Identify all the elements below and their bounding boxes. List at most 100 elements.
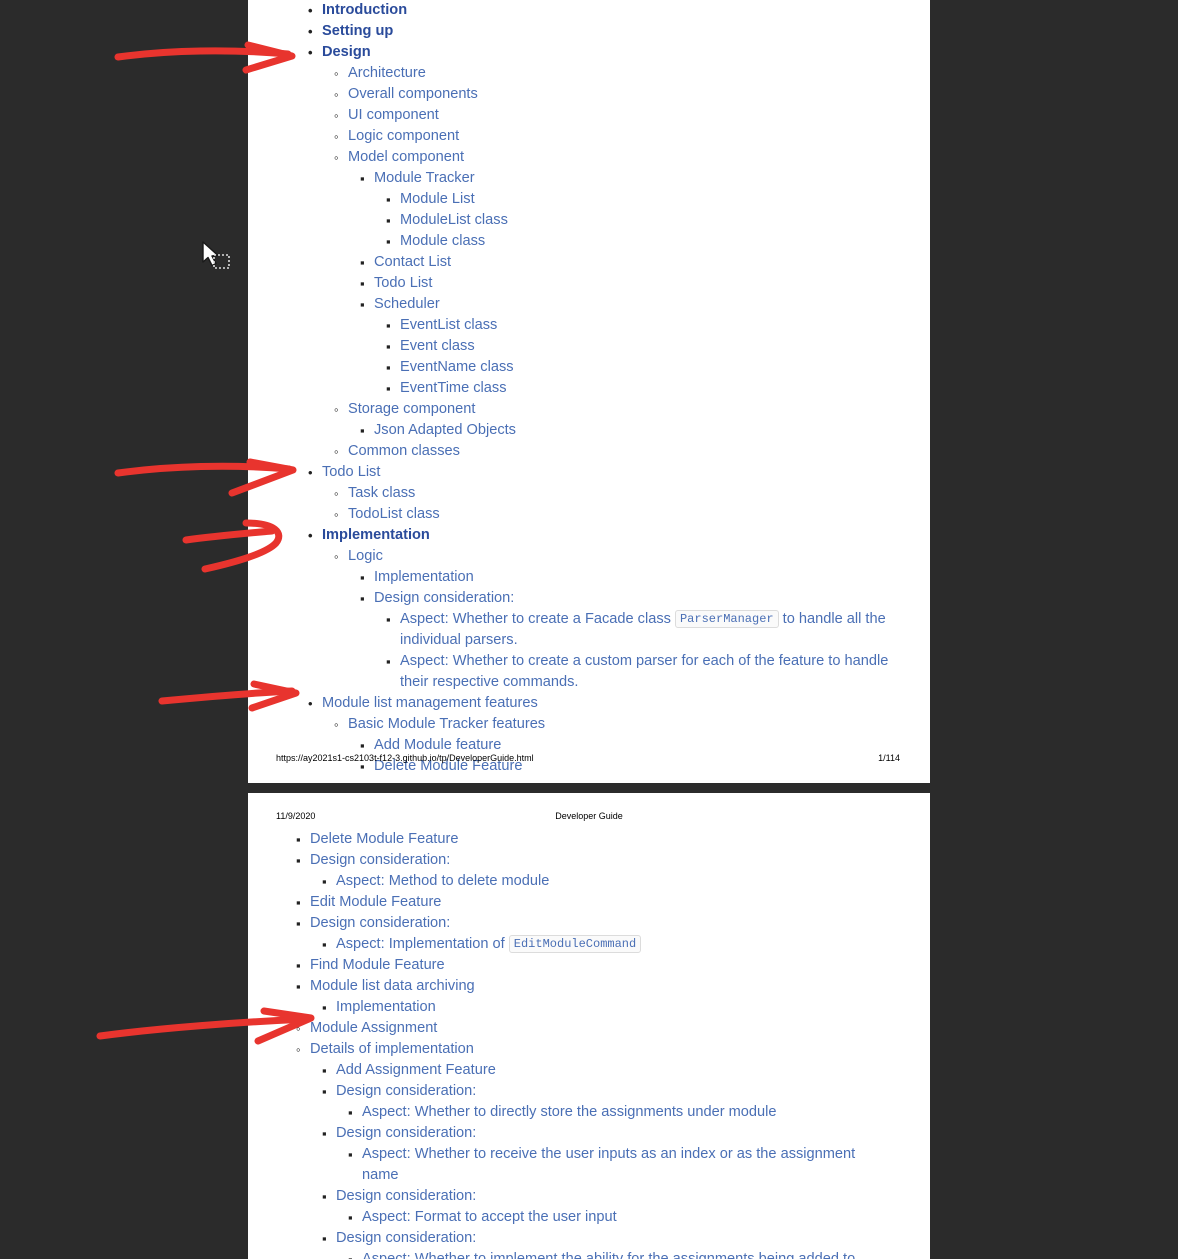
toc-item-label[interactable]: Implementation — [308, 525, 894, 546]
toc-item[interactable]: LogicImplementationDesign consideration:… — [322, 546, 894, 693]
toc-item[interactable]: Logic component — [322, 126, 894, 147]
print-preview-viewport[interactable]: 11/9/2020 Developer Guide IntroductionSe… — [0, 0, 1178, 1259]
toc-item[interactable]: TodoList class — [322, 504, 894, 525]
toc-item[interactable]: Json Adapted Objects — [348, 420, 894, 441]
toc-item-label[interactable]: Architecture — [334, 63, 894, 84]
toc-item[interactable]: Design consideration:Aspect: Whether to … — [310, 1228, 894, 1259]
toc-item-label[interactable]: Find Module Feature — [296, 955, 894, 976]
toc-item-label[interactable]: ModuleList class — [386, 210, 894, 231]
toc-item-label[interactable]: Edit Module Feature — [296, 892, 894, 913]
toc-item-label[interactable]: Delete Module Feature — [296, 829, 894, 850]
toc-item[interactable]: Aspect: Method to delete module — [310, 871, 894, 892]
toc-item[interactable]: Contact List — [348, 252, 894, 273]
toc-item-label[interactable]: Design consideration: — [296, 850, 894, 871]
toc-item[interactable]: Module List — [374, 189, 894, 210]
toc-item[interactable]: Storage componentJson Adapted Objects — [322, 399, 894, 441]
toc-item-label[interactable]: Module class — [386, 231, 894, 252]
toc-item[interactable]: Add Assignment Feature — [310, 1060, 894, 1081]
toc-item-label[interactable]: EventName class — [386, 357, 894, 378]
toc-item-label[interactable]: Details of implementation — [296, 1039, 894, 1060]
toc-item-label[interactable]: Module Tracker — [360, 168, 894, 189]
toc-item-label[interactable]: Module list management features — [308, 693, 894, 714]
toc-item[interactable]: Design consideration:Aspect: Method to d… — [284, 850, 894, 892]
toc-item[interactable]: Module Assignment — [284, 1018, 894, 1039]
toc-item[interactable]: EventName class — [374, 357, 894, 378]
toc-item[interactable]: UI component — [322, 105, 894, 126]
toc-item[interactable]: SchedulerEventList classEvent classEvent… — [348, 294, 894, 399]
toc-item[interactable]: Aspect: Whether to receive the user inpu… — [336, 1144, 894, 1186]
toc-item-label[interactable]: Introduction — [308, 0, 894, 21]
toc-item-label[interactable]: Design consideration: — [360, 588, 894, 609]
toc-item[interactable]: Delete Module Feature — [284, 829, 894, 850]
toc-item-label[interactable]: Logic — [334, 546, 894, 567]
toc-item[interactable]: Aspect: Whether to create a custom parse… — [374, 651, 894, 693]
toc-item-label[interactable]: Basic Module Tracker features — [334, 714, 894, 735]
toc-item[interactable]: Event class — [374, 336, 894, 357]
toc-item-label[interactable]: Aspect: Whether to implement the ability… — [348, 1249, 894, 1259]
toc-item-label[interactable]: Aspect: Method to delete module — [322, 871, 894, 892]
toc-item-label[interactable]: Design — [308, 42, 894, 63]
toc-item[interactable]: Overall components — [322, 84, 894, 105]
toc-item[interactable]: ModuleList class — [374, 210, 894, 231]
toc-item[interactable]: Aspect: Whether to implement the ability… — [336, 1249, 894, 1259]
toc-item-label[interactable]: UI component — [334, 105, 894, 126]
toc-item[interactable]: Design consideration:Aspect: Whether to … — [310, 1123, 894, 1186]
toc-item[interactable]: Module TrackerModule ListModuleList clas… — [348, 168, 894, 252]
toc-item[interactable]: Introduction — [284, 0, 894, 21]
toc-item-label[interactable]: Module Assignment — [296, 1018, 894, 1039]
toc-item[interactable]: DesignArchitectureOverall componentsUI c… — [284, 42, 894, 462]
toc-item-label[interactable]: Task class — [334, 483, 894, 504]
toc-item[interactable]: Todo ListTask classTodoList class — [284, 462, 894, 525]
toc-item[interactable]: Aspect: Implementation of EditModuleComm… — [310, 934, 894, 955]
toc-item-label[interactable]: EventList class — [386, 315, 894, 336]
toc-item-label[interactable]: Aspect: Whether to create a custom parse… — [386, 651, 894, 693]
toc-item-label[interactable]: Module List — [386, 189, 894, 210]
toc-item[interactable]: Model componentModule TrackerModule List… — [322, 147, 894, 399]
toc-item[interactable]: Design consideration:Aspect: Whether to … — [348, 588, 894, 693]
toc-item-label[interactable]: Module list data archiving — [296, 976, 894, 997]
toc-item-label[interactable]: Design consideration: — [322, 1081, 894, 1102]
toc-item-label[interactable]: Scheduler — [360, 294, 894, 315]
toc-item-label[interactable]: Aspect: Format to accept the user input — [348, 1207, 894, 1228]
toc-item-label[interactable]: Implementation — [322, 997, 894, 1018]
toc-item[interactable]: Module list data archivingImplementation — [284, 976, 894, 1018]
toc-item-label[interactable]: Design consideration: — [322, 1186, 894, 1207]
toc-item[interactable]: Common classes — [322, 441, 894, 462]
toc-item-label[interactable]: Aspect: Whether to create a Facade class… — [386, 609, 894, 651]
toc-item[interactable]: Details of implementationAdd Assignment … — [284, 1039, 894, 1259]
toc-item[interactable]: EventTime class — [374, 378, 894, 399]
toc-item[interactable]: Aspect: Format to accept the user input — [336, 1207, 894, 1228]
toc-item-label[interactable]: Setting up — [308, 21, 894, 42]
toc-item[interactable]: Aspect: Whether to create a Facade class… — [374, 609, 894, 651]
toc-item-label[interactable]: Design consideration: — [322, 1228, 894, 1249]
toc-item[interactable]: Design consideration:Aspect: Implementat… — [284, 913, 894, 955]
toc-item-label[interactable]: Design consideration: — [322, 1123, 894, 1144]
toc-item-label[interactable]: Contact List — [360, 252, 894, 273]
toc-item[interactable]: Design consideration:Aspect: Format to a… — [310, 1186, 894, 1228]
toc-item-label[interactable]: Todo List — [308, 462, 894, 483]
toc-item[interactable]: Edit Module Feature — [284, 892, 894, 913]
toc-item-label[interactable]: Logic component — [334, 126, 894, 147]
toc-item-label[interactable]: Event class — [386, 336, 894, 357]
toc-item-label[interactable]: Aspect: Implementation of EditModuleComm… — [322, 934, 894, 955]
toc-item[interactable]: EventList class — [374, 315, 894, 336]
toc-item[interactable]: Todo List — [348, 273, 894, 294]
toc-item[interactable]: ImplementationLogicImplementationDesign … — [284, 525, 894, 693]
toc-item[interactable]: Design consideration:Aspect: Whether to … — [310, 1081, 894, 1123]
toc-item-label[interactable]: TodoList class — [334, 504, 894, 525]
toc-item-label[interactable]: Add Assignment Feature — [322, 1060, 894, 1081]
toc-item-label[interactable]: Json Adapted Objects — [360, 420, 894, 441]
toc-item-label[interactable]: Model component — [334, 147, 894, 168]
toc-item[interactable]: Implementation — [348, 567, 894, 588]
toc-item[interactable]: Task class — [322, 483, 894, 504]
toc-item-label[interactable]: Storage component — [334, 399, 894, 420]
toc-item[interactable]: Aspect: Whether to directly store the as… — [336, 1102, 894, 1123]
toc-item-label[interactable]: Common classes — [334, 441, 894, 462]
toc-item[interactable]: Find Module Feature — [284, 955, 894, 976]
toc-item-label[interactable]: Implementation — [360, 567, 894, 588]
toc-item[interactable]: Architecture — [322, 63, 894, 84]
toc-item-label[interactable]: EventTime class — [386, 378, 894, 399]
toc-item-label[interactable]: Design consideration: — [296, 913, 894, 934]
toc-item[interactable]: Module class — [374, 231, 894, 252]
toc-item-label[interactable]: Aspect: Whether to directly store the as… — [348, 1102, 894, 1123]
